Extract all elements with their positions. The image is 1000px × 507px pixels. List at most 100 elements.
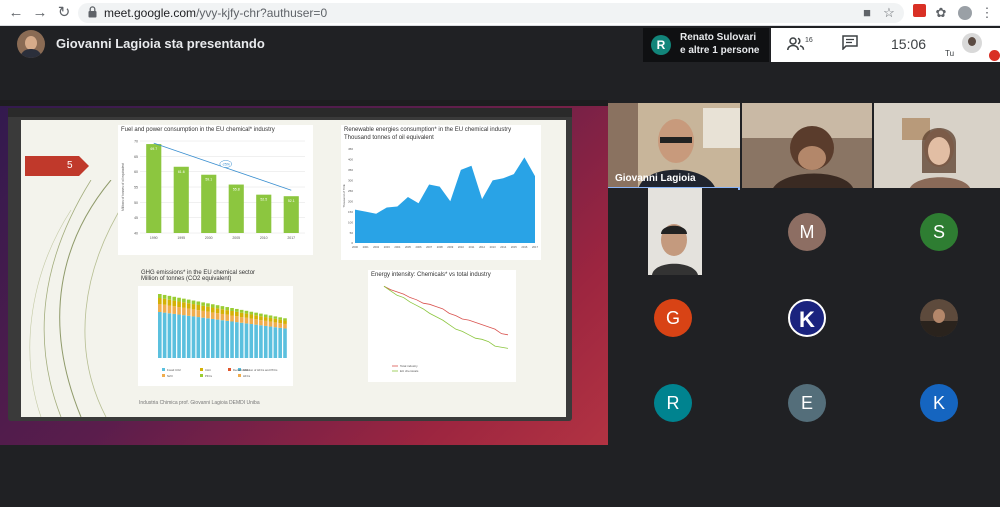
stacked-bar-segment — [172, 306, 177, 314]
ghg-emissions-chart: GHG emissions* in the EU chemical sector… — [138, 268, 293, 386]
url-host: meet.google.com — [104, 6, 197, 20]
participant-tile-m[interactable]: M — [742, 188, 872, 275]
stacked-bar-segment — [201, 317, 205, 358]
y-tick-label: 350 — [348, 168, 353, 172]
bar-value-label: 61.6 — [178, 170, 185, 174]
camera-icon[interactable]: ■ — [858, 4, 876, 22]
stacked-bar-segment — [239, 309, 244, 313]
stacked-bar-segment — [263, 325, 268, 358]
people-button[interactable]: 16 — [787, 35, 813, 52]
participant-tile-r[interactable]: R — [608, 362, 738, 449]
chart-subtitle: Million of tonnes (CO2 equivalent) — [141, 276, 232, 282]
participants-grid: Giovanni Lagioia M S G K R E K — [608, 100, 1000, 449]
bookmark-star-icon[interactable]: ☆ — [880, 4, 898, 22]
stacked-bar-segment — [230, 311, 234, 316]
x-tick-label: 2003 — [384, 245, 390, 249]
stacked-bar-segment — [158, 294, 162, 298]
legend-swatch — [200, 374, 203, 377]
slide-footer: Industria Chimica prof. Giovanni Lagioia… — [139, 400, 260, 406]
legend-swatch — [162, 374, 165, 377]
participant-avatar: E — [788, 384, 826, 422]
stacked-bar-segment — [196, 304, 201, 311]
participant-tile-e[interactable]: E — [742, 362, 872, 449]
stacked-bar-segment — [235, 316, 239, 323]
stacked-bar-segment — [239, 322, 244, 358]
renewables-chart: Renewable energies consumption* in the E… — [341, 125, 541, 260]
stacked-bar-segment — [210, 318, 215, 358]
stacked-bar-segment — [225, 307, 230, 311]
stacked-bar-segment — [249, 318, 254, 325]
menu-icon[interactable]: ⋮ — [978, 4, 996, 22]
stacked-bar-segment — [254, 312, 258, 316]
chat-button[interactable] — [842, 35, 858, 54]
legend-label: CH4 — [205, 368, 211, 372]
stacked-bar-segment — [283, 328, 287, 358]
stacked-bar-segment — [206, 318, 210, 358]
y-tick-label: 100 — [348, 220, 353, 224]
stacked-bar-segment — [235, 308, 239, 312]
powerpoint-window: 5 Fuel and power consumption in the EU c… — [8, 108, 572, 421]
participant-photo-avatar — [920, 299, 958, 337]
stacked-bar-segment — [215, 313, 220, 320]
forward-icon[interactable]: → — [30, 3, 50, 23]
people-notification[interactable]: R Renato Sulovari e altre 1 persone — [643, 28, 769, 62]
extensions-icon[interactable]: ✿ — [932, 4, 950, 22]
participant-tile-photo[interactable] — [874, 275, 1000, 362]
x-tick-label: 2001 — [363, 245, 369, 249]
participant-tile-k-logo[interactable]: K — [742, 275, 872, 362]
video-tile-4[interactable] — [608, 188, 738, 275]
x-tick-label: 2011 — [469, 245, 475, 249]
series-line — [383, 285, 509, 349]
back-icon[interactable]: ← — [6, 3, 26, 23]
x-tick-label: 2008 — [437, 245, 443, 249]
stacked-bar-segment — [244, 317, 249, 324]
legend-swatch — [238, 374, 241, 377]
video-tile-2[interactable] — [742, 103, 872, 190]
stacked-bar-segment — [283, 320, 287, 324]
participant-avatar: S — [920, 213, 958, 251]
stacked-bar-segment — [201, 305, 205, 311]
stacked-bar-segment — [158, 304, 162, 312]
stacked-bar-segment — [177, 307, 181, 315]
participant-tile-k[interactable]: K — [874, 362, 1000, 449]
stacked-bar-segment — [182, 298, 186, 303]
video-tile-giovanni[interactable]: Giovanni Lagioia — [608, 103, 740, 190]
participant-tile-g[interactable]: G — [608, 275, 738, 362]
self-avatar[interactable] — [962, 33, 982, 53]
meeting-controls: 16 15:06 Tu — [771, 28, 1000, 62]
participant-tile-s[interactable]: S — [874, 188, 1000, 275]
x-tick-label: 2016 — [521, 245, 527, 249]
browser-toolbar: ← → ↻ meet.google.com/yvy-kjfy-chr?authu… — [0, 0, 1000, 26]
stacked-bar-segment — [220, 320, 225, 358]
x-tick-label: 2017 — [532, 245, 538, 249]
x-tick-label: 2005 — [405, 245, 411, 249]
legend-label: EU chemicals — [400, 369, 419, 373]
pdf-extension-icon[interactable] — [910, 4, 928, 22]
reload-icon[interactable]: ↻ — [54, 3, 74, 23]
profile-icon[interactable] — [956, 4, 974, 22]
x-tick-label: 2009 — [447, 245, 453, 249]
bar — [228, 184, 244, 233]
x-tick-label: 2005 — [232, 236, 240, 240]
stacked-bar-segment — [225, 310, 230, 315]
stacked-bar-segment — [215, 305, 220, 309]
stacked-bar-segment — [259, 313, 263, 317]
stacked-bar-segment — [263, 320, 268, 326]
stacked-bar-segment — [263, 314, 268, 318]
stacked-bar-segment — [249, 314, 254, 319]
stacked-bar-segment — [278, 323, 282, 328]
chat-icon — [842, 35, 858, 51]
stacked-bar-segment — [177, 297, 181, 302]
stacked-bar-segment — [254, 315, 258, 320]
legend-swatch — [200, 368, 203, 371]
participant-video — [742, 103, 872, 190]
address-bar[interactable]: meet.google.com/yvy-kjfy-chr?authuser=0 — [78, 3, 904, 23]
stacked-bar-segment — [249, 324, 254, 358]
chart-title: Renewable energies consumption* in the E… — [344, 127, 512, 133]
chart-title: Energy intensity: Chemicals* vs total in… — [371, 272, 491, 278]
presenter-avatar — [17, 30, 45, 58]
stacked-bar-segment — [259, 316, 263, 321]
stacked-bar-segment — [162, 304, 167, 313]
stacked-bar-segment — [158, 312, 162, 358]
video-tile-3[interactable] — [874, 103, 1000, 190]
